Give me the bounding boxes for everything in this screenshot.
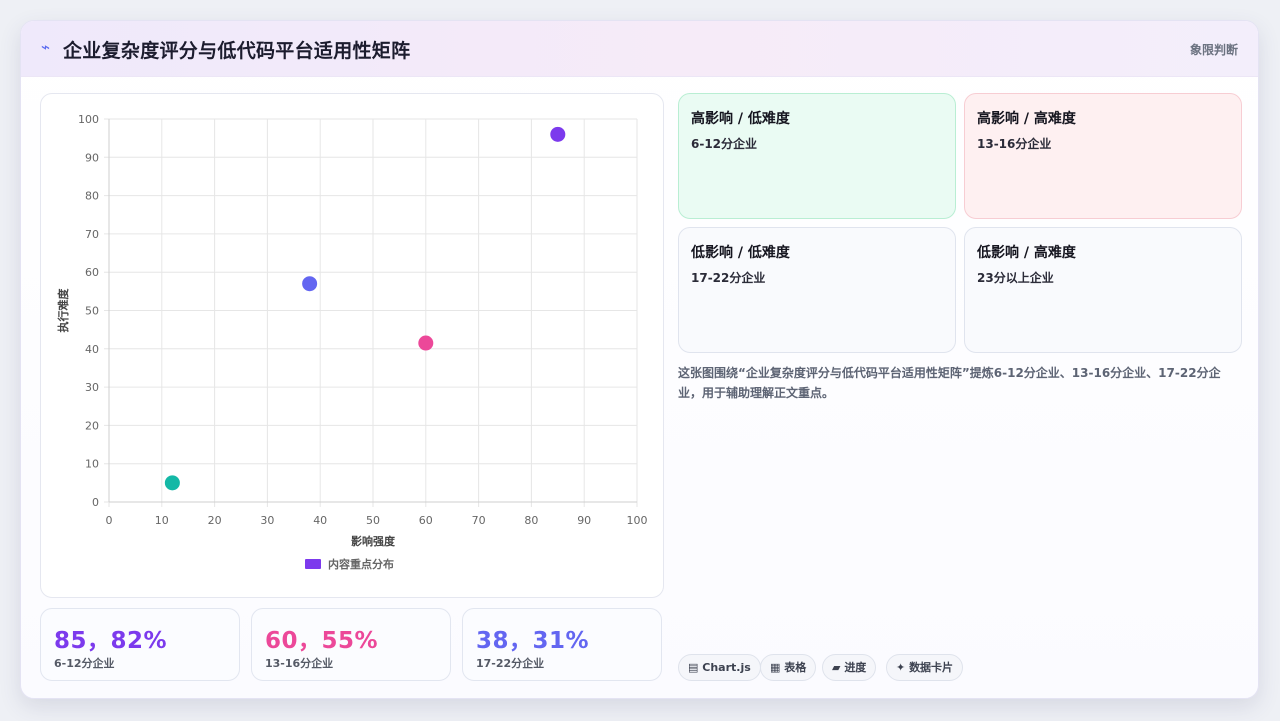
data-point — [164, 475, 180, 491]
x-axis-title: 影响强度 — [351, 534, 396, 548]
x-tick-label: 40 — [313, 514, 327, 527]
data-point — [418, 335, 434, 351]
y-tick-label: 20 — [85, 419, 99, 432]
y-tick-label: 90 — [85, 151, 99, 164]
scatter-chart: 0 10 20 30 40 50 60 70 80 90 100 0 10 20 30 40 50 60 70 80 9… — [56, 113, 648, 571]
pill-table[interactable]: ▦ 表格 — [760, 654, 817, 681]
y-tick-label: 0 — [92, 496, 99, 509]
x-tick-label: 100 — [627, 514, 648, 527]
lightning-icon: ⌁ — [41, 38, 51, 56]
quadrant-subtitle: 23分以上企业 — [977, 271, 1054, 285]
pill-label: 数据卡片 — [909, 661, 954, 674]
pill-label: 表格 — [784, 661, 807, 674]
main-card: ⌁ 企业复杂度评分与低代码平台适用性矩阵 象限判断 0 10 20 30 40 50 60 7… — [20, 20, 1259, 699]
quadrant-high-impact-high-difficulty: 高影响 / 高难度 13-16分企业 — [964, 93, 1242, 219]
y-tick-label: 50 — [85, 305, 99, 318]
stat-card-1: 85，82% 6-12分企业 — [40, 608, 240, 681]
x-tick-label: 60 — [419, 514, 433, 527]
stat-value: 38，31% — [476, 628, 590, 654]
chart-icon: ▤ — [688, 661, 699, 674]
quadrant-title: 高影响 / 低难度 — [691, 111, 790, 127]
stat-card-2: 60，55% 13-16分企业 — [251, 608, 451, 681]
x-tick-label: 10 — [155, 514, 169, 527]
legend-label: 内容重点分布 — [328, 557, 394, 571]
table-icon: ▦ — [770, 661, 781, 674]
quadrant-subtitle: 17-22分企业 — [691, 271, 766, 285]
header-tag: 象限判断 — [1189, 43, 1238, 57]
x-tick-label: 90 — [577, 514, 591, 527]
x-tick-label: 30 — [260, 514, 274, 527]
stat-card-3: 38，31% 17-22分企业 — [462, 608, 662, 681]
pill-label: 进度 — [844, 661, 867, 674]
quadrant-subtitle: 6-12分企业 — [691, 137, 758, 151]
x-tick-label: 20 — [208, 514, 222, 527]
quadrant-title: 高影响 / 高难度 — [977, 111, 1076, 127]
stat-label: 13-16分企业 — [265, 657, 334, 670]
y-axis-title: 执行难度 — [56, 288, 70, 333]
x-tick-label: 70 — [472, 514, 486, 527]
quadrant-low-impact-high-difficulty: 低影响 / 高难度 23分以上企业 — [964, 227, 1242, 353]
stat-value: 85，82% — [54, 628, 168, 654]
y-tick-label: 30 — [85, 381, 99, 394]
pill-data-card[interactable]: ✦ 数据卡片 — [886, 654, 964, 681]
y-tick-label: 10 — [85, 458, 99, 471]
page-title: 企业复杂度评分与低代码平台适用性矩阵 — [63, 40, 411, 62]
pill-chartjs[interactable]: ▤ Chart.js — [678, 654, 761, 681]
y-tick-label: 60 — [85, 266, 99, 279]
y-tick-label: 40 — [85, 343, 99, 356]
pill-label: Chart.js — [702, 661, 751, 674]
stat-label: 17-22分企业 — [476, 657, 545, 670]
x-tick-label: 80 — [524, 514, 538, 527]
y-tick-label: 70 — [85, 228, 99, 241]
quadrant-title: 低影响 / 低难度 — [691, 245, 790, 261]
chart-description: 这张图围绕“企业复杂度评分与低代码平台适用性矩阵”提炼6-12分企业、13-16… — [678, 366, 1221, 400]
quadrant-subtitle: 13-16分企业 — [977, 137, 1052, 151]
header: ⌁ 企业复杂度评分与低代码平台适用性矩阵 象限判断 — [21, 21, 1258, 77]
stat-value: 60，55% — [265, 628, 379, 654]
legend-swatch — [305, 559, 321, 569]
quadrant-high-impact-low-difficulty: 高影响 / 低难度 6-12分企业 — [678, 93, 956, 219]
x-tick-label: 50 — [366, 514, 380, 527]
quadrant-low-impact-low-difficulty: 低影响 / 低难度 17-22分企业 — [678, 227, 956, 353]
data-point — [302, 276, 318, 292]
y-tick-label: 100 — [78, 113, 99, 126]
quadrant-title: 低影响 / 高难度 — [977, 245, 1076, 261]
scatter-chart-panel: 0 10 20 30 40 50 60 70 80 90 100 0 10 20 30 40 50 60 70 80 9… — [40, 93, 664, 598]
progress-icon: ▰ — [832, 661, 841, 674]
y-tick-label: 80 — [85, 190, 99, 203]
pill-progress[interactable]: ▰ 进度 — [822, 654, 877, 681]
data-point — [550, 126, 566, 142]
stat-label: 6-12分企业 — [54, 657, 115, 670]
sparkle-icon: ✦ — [896, 661, 906, 674]
x-tick-label: 0 — [106, 514, 113, 527]
